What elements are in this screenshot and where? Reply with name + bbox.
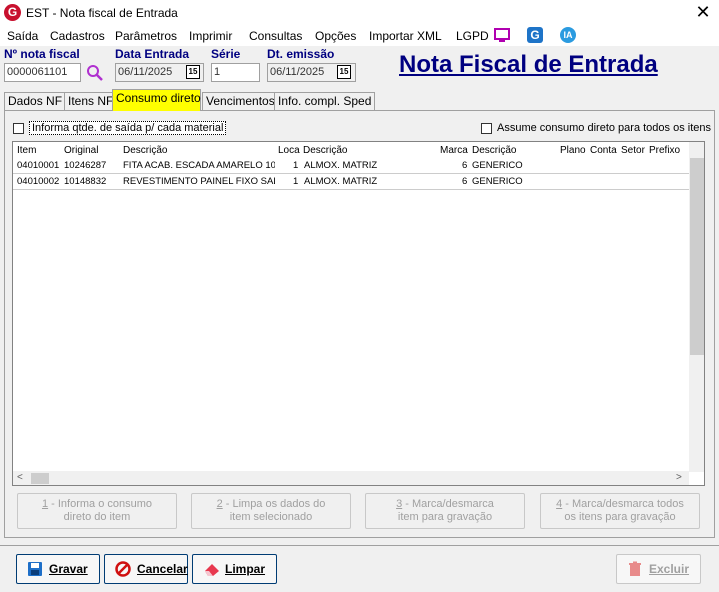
cancelar-button[interactable]: Cancelar xyxy=(104,554,188,584)
marca-todos-label: - Marca/desmarca todos xyxy=(562,498,684,510)
limpa-dados-label: - Limpa os dados do xyxy=(222,498,326,510)
tab-vencimentos[interactable]: Vencimentos xyxy=(202,92,279,110)
page-title: Nota Fiscal de Entrada xyxy=(399,51,658,78)
cell-descricao-local: ALMOX. MATRIZ xyxy=(304,160,378,171)
cancelar-label: Cancelar xyxy=(137,562,188,576)
cell-item: 04010001 xyxy=(17,160,60,171)
scroll-left-icon[interactable]: < xyxy=(17,472,23,483)
nota-fiscal-label: Nº nota fiscal xyxy=(4,47,80,61)
informa-qtde-checkbox[interactable] xyxy=(13,123,24,134)
menu-imprimir[interactable]: Imprimir xyxy=(189,29,232,43)
cell-marca: 6 xyxy=(462,160,468,171)
col-header-original[interactable]: Original xyxy=(64,145,98,156)
limpa-dados-button[interactable]: 2 - Limpa os dados do item selecionado xyxy=(191,493,351,529)
col-header-conta[interactable]: Conta xyxy=(590,145,617,156)
marca-todos-line2: os itens para gravação xyxy=(564,511,676,523)
cell-descricao-marca: GENERICO xyxy=(472,176,523,187)
search-icon[interactable] xyxy=(86,64,104,82)
col-header-plano[interactable]: Plano xyxy=(560,145,586,156)
trash-icon xyxy=(627,561,643,577)
consumo-grid[interactable]: Item Original Descrição Loca Descrição M… xyxy=(12,141,705,486)
monitor-icon[interactable] xyxy=(494,27,510,43)
marca-item-label: - Marca/desmarca xyxy=(402,498,494,510)
horizontal-scrollbar[interactable] xyxy=(13,471,689,485)
cell-original: 10246287 xyxy=(64,160,107,171)
excluir-label: Excluir xyxy=(649,562,690,576)
tab-dados-nf[interactable]: Dados NF xyxy=(4,92,67,110)
col-header-item[interactable]: Item xyxy=(17,145,36,156)
col-header-local[interactable]: Loca xyxy=(278,145,300,156)
menu-parametros[interactable]: Parâmetros xyxy=(115,29,177,43)
col-header-setor[interactable]: Setor xyxy=(621,145,645,156)
vertical-scroll-thumb[interactable] xyxy=(690,158,704,355)
marca-todos-button[interactable]: 4 - Marca/desmarca todos os itens para g… xyxy=(540,493,700,529)
informa-qtde-label: Informa qtde. de saída p/ cada material xyxy=(29,121,227,135)
cell-local: 1 xyxy=(293,160,299,171)
informa-consumo-line2: direto do item xyxy=(63,511,131,523)
footer-divider xyxy=(0,545,719,546)
tab-itens-nf[interactable]: Itens NF xyxy=(64,92,118,110)
calendar-icon[interactable]: 15 xyxy=(186,65,200,79)
cell-descricao-marca: GENERICO xyxy=(472,160,523,171)
menu-bar xyxy=(0,26,719,46)
limpar-button[interactable]: Limpar xyxy=(192,554,277,584)
cancel-icon xyxy=(115,561,131,577)
tab-consumo-direto[interactable]: Consumo direto xyxy=(112,89,201,111)
calendar-icon[interactable]: 15 xyxy=(337,65,351,79)
gravar-label: Gravar xyxy=(49,562,88,576)
serie-label: Série xyxy=(211,47,241,61)
col-header-descricao-local[interactable]: Descrição xyxy=(303,145,347,156)
scroll-right-icon[interactable]: > xyxy=(676,472,682,483)
limpa-dados-line2: item selecionado xyxy=(229,511,313,523)
assume-consumo-label: Assume consumo direto para todos os iten… xyxy=(497,122,712,134)
menu-importar-xml[interactable]: Importar XML xyxy=(369,29,442,43)
nota-fiscal-field[interactable]: 0000061101 xyxy=(4,63,81,82)
table-row[interactable]: 04010002 10148832 REVESTIMENTO PAINEL FI… xyxy=(13,174,689,190)
marca-item-button[interactable]: 3 - Marca/desmarca item para gravação xyxy=(365,493,525,529)
col-header-descricao[interactable]: Descrição xyxy=(123,145,167,156)
dt-emissao-label: Dt. emissão xyxy=(267,47,335,61)
save-icon xyxy=(27,561,43,577)
horizontal-scroll-thumb[interactable] xyxy=(31,473,49,484)
cell-original: 10148832 xyxy=(64,176,107,187)
serie-field[interactable]: 1 xyxy=(211,63,260,82)
menu-cadastros[interactable]: Cadastros xyxy=(50,29,105,43)
limpar-label: Limpar xyxy=(225,562,266,576)
informa-consumo-button[interactable]: 1 - Informa o consumo direto do item xyxy=(17,493,177,529)
cell-descricao-local: ALMOX. MATRIZ xyxy=(304,176,378,187)
window-title: EST - Nota fiscal de Entrada xyxy=(26,6,178,20)
cell-descricao: FITA ACAB. ESCADA AMARELO 10 xyxy=(123,160,275,171)
marca-item-line2: item para gravação xyxy=(397,511,493,523)
cell-descricao: REVESTIMENTO PAINEL FIXO SAL xyxy=(123,176,275,187)
menu-consultas[interactable]: Consultas xyxy=(249,29,302,43)
cell-local: 1 xyxy=(293,176,299,187)
ia-icon[interactable]: IA xyxy=(560,27,576,43)
data-entrada-label: Data Entrada xyxy=(115,47,190,61)
g-app-icon[interactable]: G xyxy=(527,27,543,43)
col-header-marca[interactable]: Marca xyxy=(440,145,468,156)
gravar-button[interactable]: Gravar xyxy=(16,554,100,584)
informa-consumo-label: - Informa o consumo xyxy=(48,498,153,510)
assume-consumo-checkbox[interactable] xyxy=(481,123,492,134)
cell-marca: 6 xyxy=(462,176,468,187)
tab-info-compl-sped[interactable]: Info. compl. Sped xyxy=(274,92,376,110)
menu-opcoes[interactable]: Opções xyxy=(315,29,356,43)
menu-saida[interactable]: Saída xyxy=(7,29,38,43)
cell-item: 04010002 xyxy=(17,176,60,187)
eraser-icon xyxy=(203,561,219,577)
excluir-button[interactable]: Excluir xyxy=(616,554,701,584)
app-logo-icon: G xyxy=(4,4,21,21)
col-header-descricao-marca[interactable]: Descrição xyxy=(472,145,516,156)
col-header-prefixo[interactable]: Prefixo xyxy=(649,145,680,156)
close-icon[interactable]: ✕ xyxy=(692,2,714,24)
table-row[interactable]: 04010001 10246287 FITA ACAB. ESCADA AMAR… xyxy=(13,158,689,174)
menu-lgpd[interactable]: LGPD xyxy=(456,29,489,43)
